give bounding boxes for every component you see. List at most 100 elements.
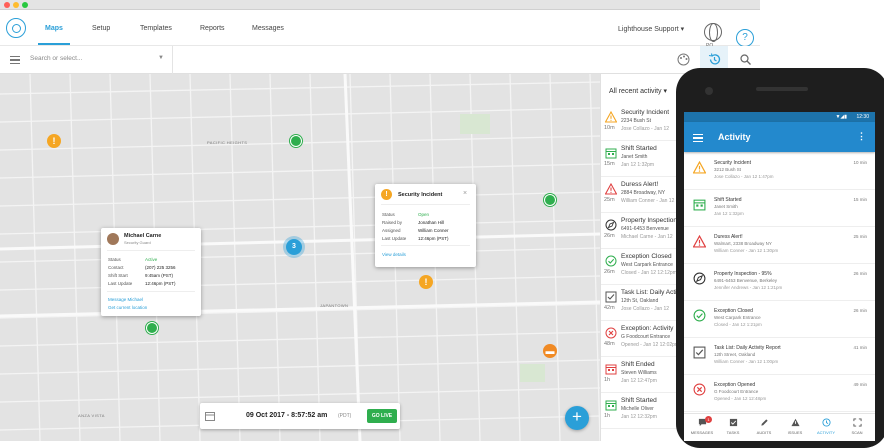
mobile-nav-scan[interactable]: SCAN bbox=[843, 416, 871, 435]
timeline-datetime[interactable]: 09 Oct 2017 - 8:57:52 am bbox=[246, 412, 327, 419]
timeline-bar: 09 Oct 2017 - 8:57:52 am (PDT) GO LIVE bbox=[200, 403, 400, 429]
guard-name: Michael Carne bbox=[124, 233, 162, 239]
more-options-icon[interactable]: ⋮ bbox=[857, 131, 866, 142]
help-button[interactable]: ? bbox=[736, 29, 754, 47]
shift-icon bbox=[693, 198, 706, 211]
guard-marker-icon[interactable] bbox=[146, 322, 158, 334]
go-live-button[interactable]: GO LIVE bbox=[367, 409, 397, 423]
marker-cluster[interactable]: 3 bbox=[286, 239, 302, 255]
nav-templates[interactable]: Templates bbox=[140, 25, 172, 32]
incident-status: Open bbox=[418, 212, 430, 217]
activity-meta: Jose Collazo - Jan 12 bbox=[621, 306, 670, 312]
mobile-nav-audits[interactable]: AUDITS bbox=[750, 416, 778, 435]
mobile-activity-item[interactable]: Security Incident 3212 Bush St Jose Coll… bbox=[684, 153, 875, 190]
mobile-activity-subtitle: 12th Street, Oakland bbox=[714, 352, 756, 357]
globe-icon[interactable] bbox=[704, 23, 722, 42]
maximize-window-button[interactable] bbox=[22, 2, 28, 8]
mobile-activity-time: 10 min bbox=[853, 160, 867, 165]
drawer-menu-icon[interactable] bbox=[693, 134, 703, 142]
popup-row-label: Contact bbox=[108, 265, 124, 270]
search-dropdown-icon[interactable]: ▼ bbox=[158, 55, 164, 61]
activity-filter[interactable]: All recent activity ▾ bbox=[609, 87, 667, 95]
activity-subtitle: G Foodcourt Entrance bbox=[621, 334, 671, 340]
tasks-icon bbox=[719, 418, 747, 427]
app-bar: Activity ⋮ bbox=[684, 122, 875, 152]
incident-marker-icon[interactable]: ! bbox=[419, 275, 433, 289]
incident-popup-title: Security Incident bbox=[398, 192, 443, 198]
activity-title: Property Inspection bbox=[621, 217, 678, 224]
view-details-link[interactable]: View details bbox=[382, 252, 406, 257]
history-icon bbox=[708, 53, 721, 65]
get-location-link[interactable]: Get current location bbox=[108, 305, 147, 310]
search-icon[interactable] bbox=[740, 54, 751, 65]
activity-subtitle: Michelle Oliver bbox=[621, 406, 654, 412]
map-label-pacific-heights: PACIFIC HEIGHTS bbox=[207, 140, 248, 145]
scan-icon bbox=[843, 418, 871, 427]
activity-meta: Opened - Jan 12 12:02pm bbox=[621, 342, 680, 348]
activity-meta: Michael Carne - Jan 12 bbox=[621, 234, 673, 240]
calendar-icon[interactable] bbox=[205, 411, 215, 421]
activity-meta: Closed - Jan 12 12:12pm bbox=[621, 270, 677, 276]
mobile-nav-tasks[interactable]: TASKS bbox=[719, 416, 747, 435]
minimize-window-button[interactable] bbox=[13, 2, 19, 8]
mobile-nav-issues[interactable]: ISSUES bbox=[781, 416, 809, 435]
activity-title: Exception Closed bbox=[621, 253, 672, 260]
activity-meta: Jan 12 12:32pm bbox=[621, 414, 657, 420]
map-label-anza-vista: ANZA VISTA bbox=[78, 413, 105, 418]
mobile-nav-messages[interactable]: 1 MESSAGES bbox=[688, 416, 716, 435]
activity-subtitle: West Carpark Entrance bbox=[621, 262, 673, 268]
nav-maps[interactable]: Maps bbox=[45, 25, 63, 32]
mobile-activity-item[interactable]: Task List: Daily Activity Report 12th St… bbox=[684, 338, 875, 375]
mobile-activity-item[interactable]: Shift Started Janet Smith Jan 12 1:32pm … bbox=[684, 190, 875, 227]
vehicle-marker-icon[interactable]: ▬ bbox=[543, 344, 557, 358]
close-icon[interactable]: × bbox=[463, 190, 467, 197]
palette-icon[interactable] bbox=[677, 53, 690, 66]
organization-selector[interactable]: Lighthouse Support ▾ bbox=[618, 25, 684, 33]
audits-icon bbox=[750, 418, 778, 427]
nav-messages[interactable]: Messages bbox=[252, 25, 284, 32]
map-label-japantown: JAPANTOWN bbox=[320, 303, 349, 308]
mobile-activity-item[interactable]: Exception Closed West Carpark Entrance C… bbox=[684, 301, 875, 338]
message-guard-link[interactable]: Message Michael bbox=[108, 297, 143, 302]
activity-time: 1h bbox=[604, 377, 611, 383]
mobile-activity-time: 26 min bbox=[853, 271, 867, 276]
mobile-nav-label: ACTIVITY bbox=[816, 430, 835, 435]
search-input[interactable]: Search or select... bbox=[30, 55, 82, 62]
incident-marker-icon[interactable]: ! bbox=[47, 134, 61, 148]
close-window-button[interactable] bbox=[4, 2, 10, 8]
warning-icon bbox=[692, 160, 707, 174]
activity-meta: William Conner - Jan 12 bbox=[621, 198, 675, 204]
add-button[interactable]: + bbox=[565, 406, 589, 430]
mobile-activity-item[interactable]: Exception Opened G Foodcourt Entrance Op… bbox=[684, 375, 875, 412]
guard-marker-icon[interactable] bbox=[544, 194, 556, 206]
activity-subtitle: Janet Smith bbox=[621, 154, 648, 160]
mobile-nav-activity[interactable]: ACTIVITY bbox=[812, 416, 840, 435]
activity-filter-label: All recent activity bbox=[609, 88, 662, 95]
map-view[interactable]: PACIFIC HEIGHTS JAPANTOWN ANZA VISTA ! !… bbox=[0, 74, 600, 441]
app-logo-icon[interactable] bbox=[6, 18, 26, 38]
mobile-activity-title: Security Incident bbox=[714, 160, 751, 166]
guard-marker-icon[interactable] bbox=[290, 135, 302, 147]
activity-meta: Jose Collazo - Jan 12 bbox=[621, 126, 670, 132]
shift-icon bbox=[605, 398, 617, 411]
check-circle-icon bbox=[605, 254, 617, 267]
mobile-activity-item[interactable]: Property Inspection - 95% 6491-6453 Benv… bbox=[684, 264, 875, 301]
nav-setup[interactable]: Setup bbox=[92, 25, 110, 32]
menu-icon[interactable] bbox=[10, 56, 20, 64]
shift-icon bbox=[605, 362, 617, 375]
nav-reports[interactable]: Reports bbox=[200, 25, 225, 32]
mobile-bottom-nav: 1 MESSAGES TASKS AUDITS ISSUES ACTIVITY SCAN bbox=[684, 413, 875, 441]
compass-icon bbox=[605, 218, 617, 231]
activity-time: 1h bbox=[604, 413, 611, 419]
clock: 12:30 bbox=[856, 114, 869, 120]
popup-row-label: Status bbox=[382, 212, 395, 217]
activity-time: 10m bbox=[604, 125, 615, 131]
x-circle-icon bbox=[693, 383, 706, 396]
camera-icon bbox=[705, 87, 713, 95]
mobile-nav-label: SCAN bbox=[851, 430, 863, 435]
active-nav-indicator bbox=[38, 43, 70, 45]
activity-title: Security Incident bbox=[621, 109, 670, 116]
activity-time: 15m bbox=[604, 161, 615, 167]
mobile-activity-meta: Opened - Jan 12 12:48pm bbox=[714, 396, 767, 401]
mobile-activity-item[interactable]: Duress Alert! Walmart, 2338 Broadway NY … bbox=[684, 227, 875, 264]
